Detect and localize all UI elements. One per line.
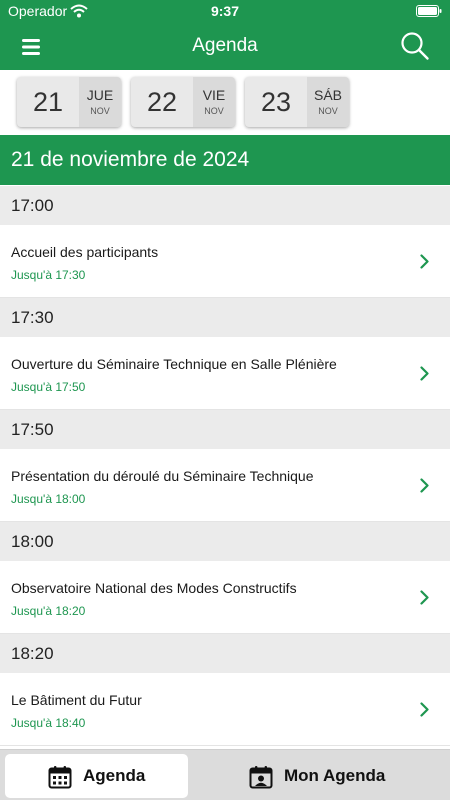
session-end-time: Jusqu'à 17:30	[11, 268, 86, 282]
chevron-right-icon	[420, 478, 429, 493]
session-title: Observatoire National des Modes Construc…	[11, 580, 297, 596]
session-end-time: Jusqu'à 18:40	[11, 716, 86, 730]
date-weekday: SÁB	[313, 87, 342, 103]
date-month: NOV	[318, 106, 338, 116]
time-slot-header: 18:00	[0, 522, 450, 561]
time-slot-header: 17:30	[0, 298, 450, 337]
date-day-number: 23	[260, 87, 292, 117]
session-row[interactable]: Présentation du déroulé du Séminaire Tec…	[0, 449, 450, 522]
personal-calendar-icon	[249, 766, 273, 789]
time-slot-header: 17:00	[0, 186, 450, 225]
page-title: Agenda	[192, 35, 258, 56]
session-title: Accueil des participants	[11, 244, 159, 260]
status-bar: Operador 9:37	[0, 0, 450, 22]
chevron-right-icon	[420, 590, 429, 605]
session-title: Ouverture du Séminaire Technique en Sall…	[11, 356, 337, 372]
session-row[interactable]: Accueil des participants Jusqu'à 17:30	[0, 225, 450, 298]
battery-icon	[416, 5, 442, 17]
tab-bar: Agenda Mon Agenda	[0, 749, 450, 800]
session-list[interactable]: 17:00 Accueil des participants Jusqu'à 1…	[0, 186, 450, 746]
session-title: Présentation du déroulé du Séminaire Tec…	[11, 468, 314, 484]
time-slot-header: 17:50	[0, 410, 450, 449]
date-month: NOV	[204, 106, 224, 116]
date-side-panel: SÁB NOV	[307, 77, 349, 127]
date-weekday: VIE	[202, 87, 226, 103]
date-chip-21[interactable]: 21 JUE NOV	[17, 77, 121, 127]
tab-my-agenda-label: Mon Agenda	[284, 766, 386, 785]
chevron-right-icon	[420, 366, 429, 381]
session-end-time: Jusqu'à 18:20	[11, 604, 86, 618]
tab-agenda[interactable]: Agenda	[5, 754, 188, 798]
session-end-time: Jusqu'à 17:50	[11, 380, 86, 394]
date-day-number: 22	[146, 87, 178, 117]
date-month: NOV	[90, 106, 110, 116]
session-title: Le Bâtiment du Futur	[11, 692, 142, 708]
search-icon[interactable]	[400, 31, 430, 61]
date-chip-22[interactable]: 22 VIE NOV	[131, 77, 235, 127]
tab-my-agenda[interactable]: Mon Agenda	[192, 754, 445, 798]
date-chip-23[interactable]: 23 SÁB NOV	[245, 77, 349, 127]
date-weekday: JUE	[86, 87, 114, 103]
chevron-right-icon	[420, 254, 429, 269]
status-time: 9:37	[210, 3, 240, 19]
calendar-icon	[48, 766, 72, 789]
date-day-number: 21	[32, 87, 64, 117]
nav-bar: Agenda	[0, 22, 450, 70]
time-slot-header: 18:20	[0, 634, 450, 673]
session-row[interactable]: Le Bâtiment du Futur Jusqu'à 18:40	[0, 673, 450, 746]
session-end-time: Jusqu'à 18:00	[11, 492, 86, 506]
date-side-panel: JUE NOV	[79, 77, 121, 127]
date-selector: 21 JUE NOV 22 VIE NOV 23 SÁB NOV	[0, 70, 450, 135]
session-row[interactable]: Ouverture du Séminaire Technique en Sall…	[0, 337, 450, 410]
chevron-right-icon	[420, 702, 429, 717]
selected-date-header: 21 de noviembre de 2024	[0, 135, 450, 185]
tab-agenda-label: Agenda	[83, 766, 146, 785]
date-side-panel: VIE NOV	[193, 77, 235, 127]
session-row[interactable]: Observatoire National des Modes Construc…	[0, 561, 450, 634]
